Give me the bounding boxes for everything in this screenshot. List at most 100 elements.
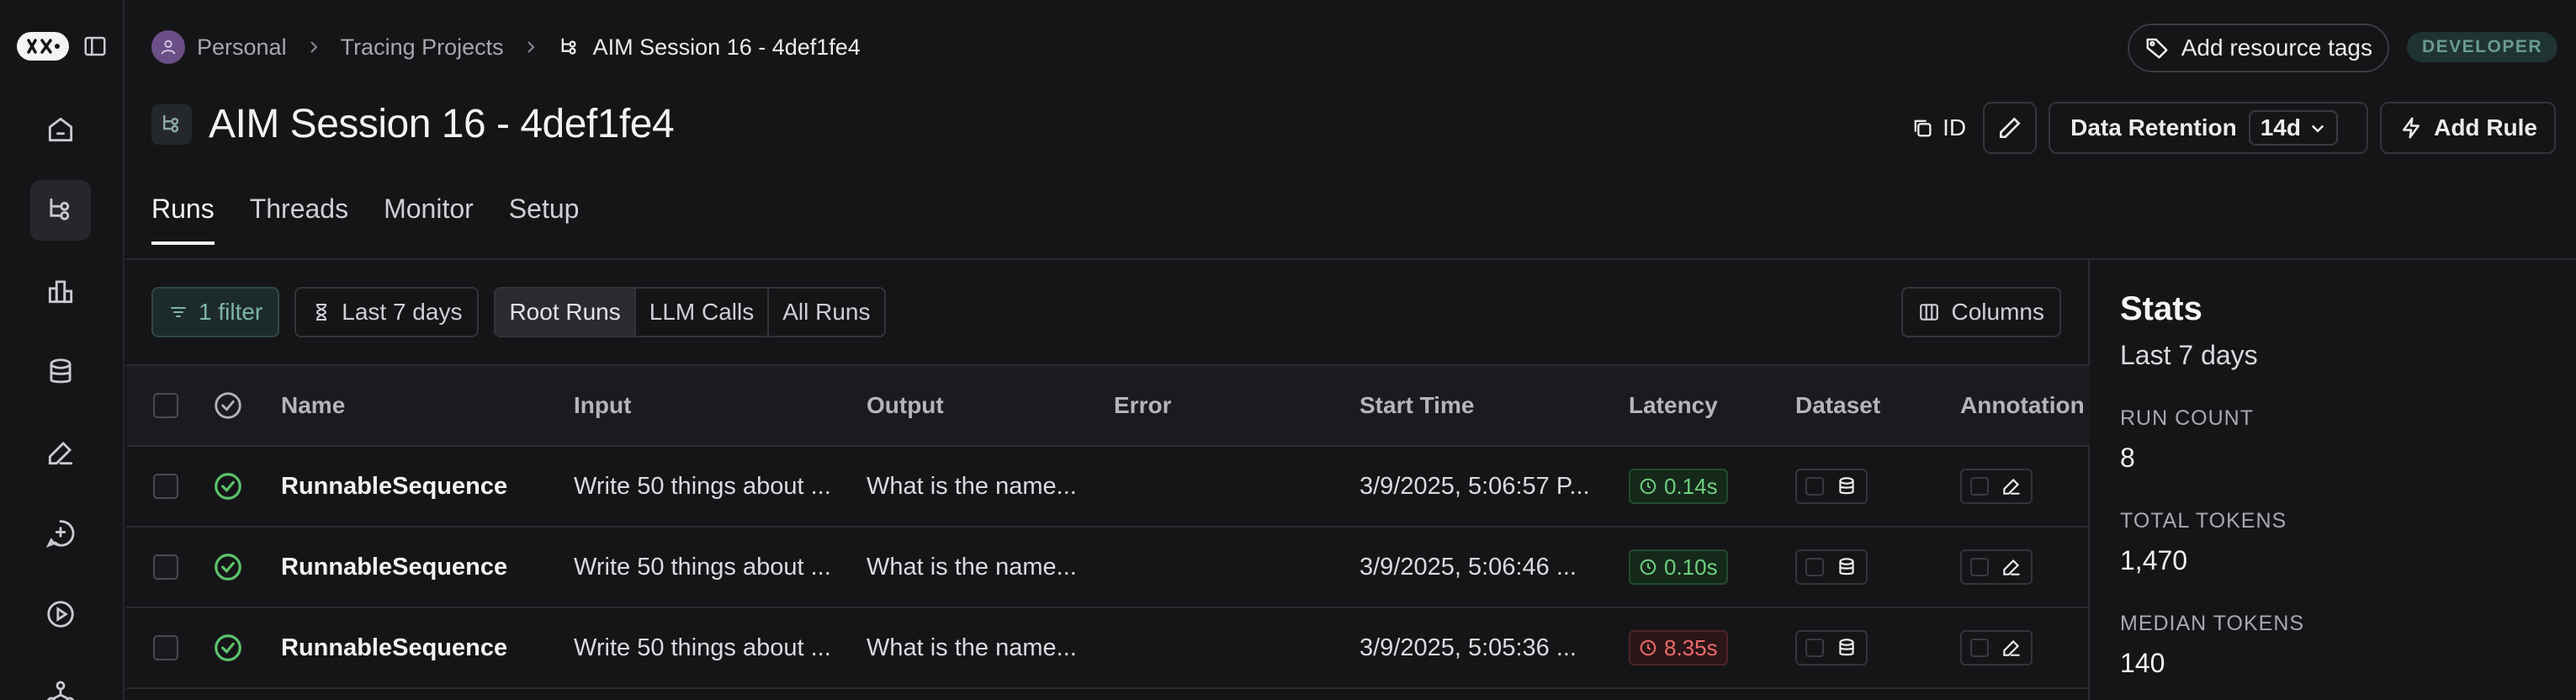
annotation-icon[interactable] [30,422,91,483]
tab-runs[interactable]: Runs [151,194,215,245]
table-row[interactable]: RunnableSequence Write 50 things about .… [126,608,2090,689]
row-checkbox[interactable] [153,554,178,580]
run-start-time: 3/9/2025, 5:06:57 P... [1360,472,1590,500]
edit-button[interactable] [1983,102,2038,154]
pencil-icon [2001,637,2022,659]
annotate-button[interactable] [1960,630,2033,666]
dataset-cell [1795,447,1868,526]
column-header-annotation[interactable]: Annotation [1960,366,2085,445]
annotation-cell [1960,608,2033,687]
run-start-time: 3/9/2025, 5:05:36 ... [1360,634,1577,661]
datasets-icon[interactable] [30,342,91,402]
row-checkbox[interactable] [153,635,178,660]
table-row[interactable]: RunnableSequence Write 50 things about .… [126,528,2090,608]
avatar[interactable] [151,30,185,64]
copy-id-button[interactable]: ID [1905,114,1971,141]
prompts-icon[interactable] [30,503,91,564]
data-retention-control: Data Retention 14d [2049,102,2369,154]
deployments-icon[interactable] [30,665,91,700]
tab-monitor[interactable]: Monitor [384,194,474,245]
tab-setup[interactable]: Setup [509,194,580,245]
column-header-input[interactable]: Input [574,366,631,445]
row-checkbox[interactable] [153,474,178,499]
run-type-toggle: Root Runs LLM Calls All Runs [494,287,886,337]
logo-icon[interactable] [17,32,69,61]
project-tabs: Runs Threads Monitor Setup [151,194,579,245]
database-icon [1836,475,1858,497]
run-output: What is the name... [867,553,1077,581]
breadcrumb-workspace[interactable]: Personal [197,34,287,61]
filter-button[interactable]: 1 filter [151,287,280,337]
columns-button[interactable]: Columns [1900,287,2061,337]
rail-header [17,32,108,61]
project-icon [151,103,192,145]
annotation-cell [1960,528,2033,607]
stat-run-count-label: RUN COUNT [2120,406,2254,430]
all-runs-option[interactable]: All Runs [769,289,883,336]
title-actions: ID Data Retention 14d Add Rule [1905,101,2556,155]
latency-value: 0.14s [1664,473,1718,499]
annotation-checkbox[interactable] [1970,558,1989,576]
llm-calls-option[interactable]: LLM Calls [636,289,770,336]
status-header [212,366,244,445]
add-resource-tags-button[interactable]: Add resource tags [2127,24,2389,72]
runs-toolbar: 1 filter Last 7 days Root Runs LLM Calls… [151,287,886,337]
database-icon [1836,637,1858,659]
home-icon[interactable] [30,99,91,160]
table-header: Name Input Output Error Start Time Laten… [126,364,2090,447]
annotation-checkbox[interactable] [1970,477,1989,496]
playground-icon[interactable] [30,584,91,644]
breadcrumb: Personal Tracing Projects AIM Session 16… [151,25,861,69]
stat-median-tokens-value: 140 [2120,648,2165,678]
dataset-checkbox[interactable] [1805,477,1824,496]
date-range-button[interactable]: Last 7 days [294,287,480,337]
add-to-dataset-button[interactable] [1795,630,1868,666]
annotation-checkbox[interactable] [1970,639,1989,657]
annotate-button[interactable] [1960,469,2033,504]
dashboard-icon[interactable] [30,261,91,321]
latency-badge: 0.10s [1629,549,1728,585]
breadcrumb-section[interactable]: Tracing Projects [341,34,504,61]
latency-cell: 0.10s [1629,528,1728,607]
tracing-icon[interactable] [30,180,91,241]
pencil-icon [2001,475,2022,497]
tag-icon [2144,35,2170,61]
clock-icon [1639,639,1657,657]
select-all-checkbox[interactable] [153,393,178,418]
success-icon [212,447,244,526]
row-select-cell [153,528,178,607]
table-row[interactable]: RunnableSequence Write 50 things about .… [126,447,2090,528]
column-header-start-time[interactable]: Start Time [1360,366,1474,445]
annotate-button[interactable] [1960,549,2033,585]
column-header-name[interactable]: Name [281,366,345,445]
latency-cell: 0.14s [1629,447,1728,526]
database-icon [1836,556,1858,578]
column-header-latency[interactable]: Latency [1629,366,1718,445]
column-header-error[interactable]: Error [1114,366,1171,445]
add-to-dataset-button[interactable] [1795,549,1868,585]
root-runs-option[interactable]: Root Runs [496,289,636,336]
add-to-dataset-button[interactable] [1795,469,1868,504]
status-check-icon [212,390,244,422]
main-area: Personal Tracing Projects AIM Session 16… [126,0,2576,700]
run-name[interactable]: RunnableSequence [281,447,507,526]
dataset-checkbox[interactable] [1805,639,1824,657]
row-select-cell [153,608,178,687]
column-header-dataset[interactable]: Dataset [1795,366,1880,445]
add-rule-label: Add Rule [2434,114,2537,141]
runs-panel: 1 filter Last 7 days Root Runs LLM Calls… [126,260,2090,700]
data-retention-select[interactable]: 14d [2248,110,2338,146]
column-header-output[interactable]: Output [867,366,944,445]
dataset-checkbox[interactable] [1805,558,1824,576]
run-name[interactable]: RunnableSequence [281,528,507,607]
tab-threads[interactable]: Threads [250,194,348,245]
run-output: What is the name... [867,472,1077,500]
hourglass-icon [311,301,331,323]
stat-run-count-value: 8 [2120,443,2135,473]
run-name[interactable]: RunnableSequence [281,608,507,687]
run-input: Write 50 things about ... [574,553,831,581]
filter-label: 1 filter [199,299,263,325]
add-rule-button[interactable]: Add Rule [2380,102,2556,154]
sidebar-toggle-icon[interactable] [82,34,108,59]
run-input: Write 50 things about ... [574,472,831,500]
